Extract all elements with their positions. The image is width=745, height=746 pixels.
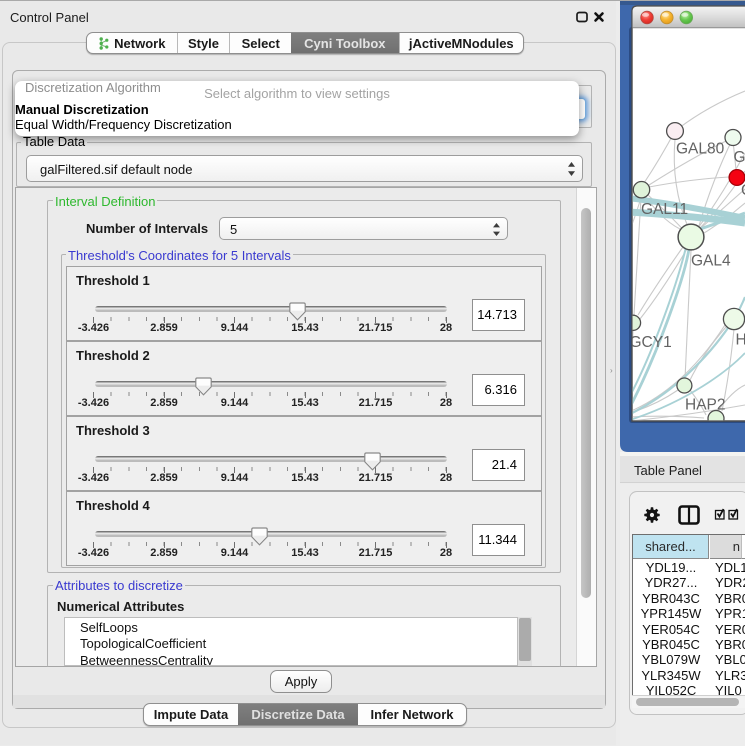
svg-text:H: H	[736, 332, 745, 349]
svg-text:C: C	[741, 182, 745, 199]
svg-text:G.: G.	[734, 149, 745, 166]
svg-text:GAL4: GAL4	[691, 253, 731, 270]
svg-text:GAL11: GAL11	[641, 201, 688, 218]
svg-text:HAP2: HAP2	[685, 397, 726, 414]
svg-text:GCY1: GCY1	[630, 334, 672, 351]
svg-text:GAL80: GAL80	[676, 141, 725, 158]
